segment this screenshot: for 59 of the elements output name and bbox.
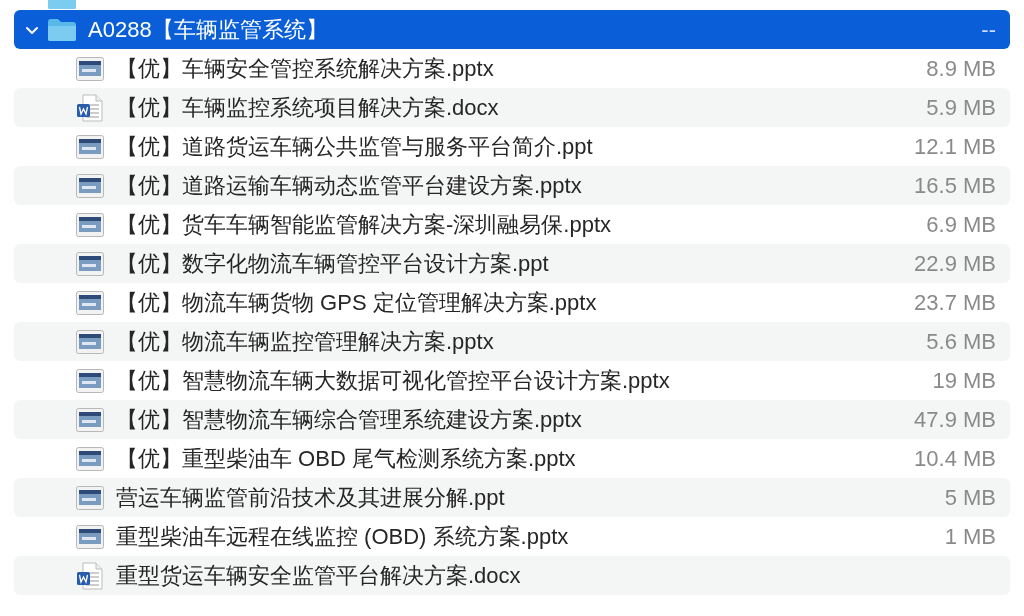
slide-thumbnail-icon [76, 56, 104, 81]
file-name: 【优】物流车辆监控管理解决方案.pptx [116, 327, 495, 356]
file-size: 6.9 MB [926, 211, 997, 238]
slide-thumbnail-icon [76, 407, 104, 432]
file-name: 营运车辆监管前沿技术及其进展分解.ppt [116, 483, 506, 512]
file-size: 19 MB [932, 367, 997, 394]
folder-size: -- [981, 16, 997, 43]
file-size: 10.4 MB [914, 445, 997, 472]
file-size: 5 MB [944, 484, 997, 511]
folder-row[interactable]: A0288【车辆监管系统】 -- [14, 10, 1010, 49]
file-row[interactable]: 【优】货车车辆智能监管解决方案-深圳融易保.pptx 6.9 MB [14, 205, 1010, 244]
slide-thumbnail-icon [76, 524, 104, 549]
file-name: 【优】物流车辆货物 GPS 定位管理解决方案.pptx [116, 288, 598, 317]
file-name: 重型货运车辆安全监管平台解决方案.docx [116, 561, 522, 590]
file-size: 12.1 MB [914, 133, 997, 160]
file-row[interactable]: 【优】物流车辆货物 GPS 定位管理解决方案.pptx 23.7 MB [14, 283, 1010, 322]
file-row[interactable]: 【优】智慧物流车辆综合管理系统建设方案.pptx 47.9 MB [14, 400, 1010, 439]
file-name: 重型柴油车远程在线监控 (OBD) 系统方案.pptx [116, 522, 570, 551]
slide-thumbnail-icon [76, 485, 104, 510]
file-row[interactable]: 重型货运车辆安全监管平台解决方案.docx [14, 556, 1010, 595]
file-name: 【优】智慧物流车辆综合管理系统建设方案.pptx [116, 405, 583, 434]
word-document-icon [76, 561, 104, 590]
file-size: 5.9 MB [926, 94, 997, 121]
file-size: 23.7 MB [914, 289, 997, 316]
folder-name: A0288【车辆监管系统】 [88, 15, 329, 44]
file-name: 【优】智慧物流车辆大数据可视化管控平台设计方案.pptx [116, 366, 671, 395]
slide-thumbnail-icon [76, 329, 104, 354]
file-row[interactable]: 【优】数字化物流车辆管控平台设计方案.ppt 22.9 MB [14, 244, 1010, 283]
file-name: 【优】道路货运车辆公共监管与服务平台简介.ppt [116, 132, 594, 161]
file-row[interactable]: 【优】智慧物流车辆大数据可视化管控平台设计方案.pptx 19 MB [14, 361, 1010, 400]
file-row[interactable]: 重型柴油车远程在线监控 (OBD) 系统方案.pptx 1 MB [14, 517, 1010, 556]
file-row[interactable]: 【优】道路运输车辆动态监管平台建设方案.pptx 16.5 MB [14, 166, 1010, 205]
folder-icon [47, 17, 77, 42]
file-name: 【优】货车车辆智能监管解决方案-深圳融易保.pptx [116, 210, 613, 239]
file-row[interactable]: 【优】物流车辆监控管理解决方案.pptx 5.6 MB [14, 322, 1010, 361]
file-size: 8.9 MB [926, 55, 997, 82]
slide-thumbnail-icon [76, 368, 104, 393]
file-name: 【优】重型柴油车 OBD 尾气检测系统方案.pptx [116, 444, 577, 473]
slide-thumbnail-icon [76, 251, 104, 276]
word-document-icon [76, 93, 104, 122]
slide-thumbnail-icon [76, 134, 104, 159]
file-name: 【优】数字化物流车辆管控平台设计方案.ppt [116, 249, 550, 278]
file-size: 22.9 MB [914, 250, 997, 277]
file-size: 1 MB [944, 523, 997, 550]
file-size: 16.5 MB [914, 172, 997, 199]
file-row[interactable]: 【优】车辆安全管控系统解决方案.pptx 8.9 MB [14, 49, 1010, 88]
slide-thumbnail-icon [76, 212, 104, 237]
file-name: 【优】车辆监控系统项目解决方案.docx [116, 93, 500, 122]
file-name: 【优】道路运输车辆动态监管平台建设方案.pptx [116, 171, 583, 200]
file-name: 【优】车辆安全管控系统解决方案.pptx [116, 54, 495, 83]
slide-thumbnail-icon [76, 290, 104, 315]
file-size: 47.9 MB [914, 406, 997, 433]
slide-thumbnail-icon [76, 446, 104, 471]
file-size: 5.6 MB [926, 328, 997, 355]
file-row[interactable]: 【优】重型柴油车 OBD 尾气检测系统方案.pptx 10.4 MB [14, 439, 1010, 478]
file-row[interactable]: 营运车辆监管前沿技术及其进展分解.ppt 5 MB [14, 478, 1010, 517]
slide-thumbnail-icon [76, 173, 104, 198]
file-row[interactable]: 【优】道路货运车辆公共监管与服务平台简介.ppt 12.1 MB [14, 127, 1010, 166]
file-row[interactable]: 【优】车辆监控系统项目解决方案.docx 5.9 MB [14, 88, 1010, 127]
